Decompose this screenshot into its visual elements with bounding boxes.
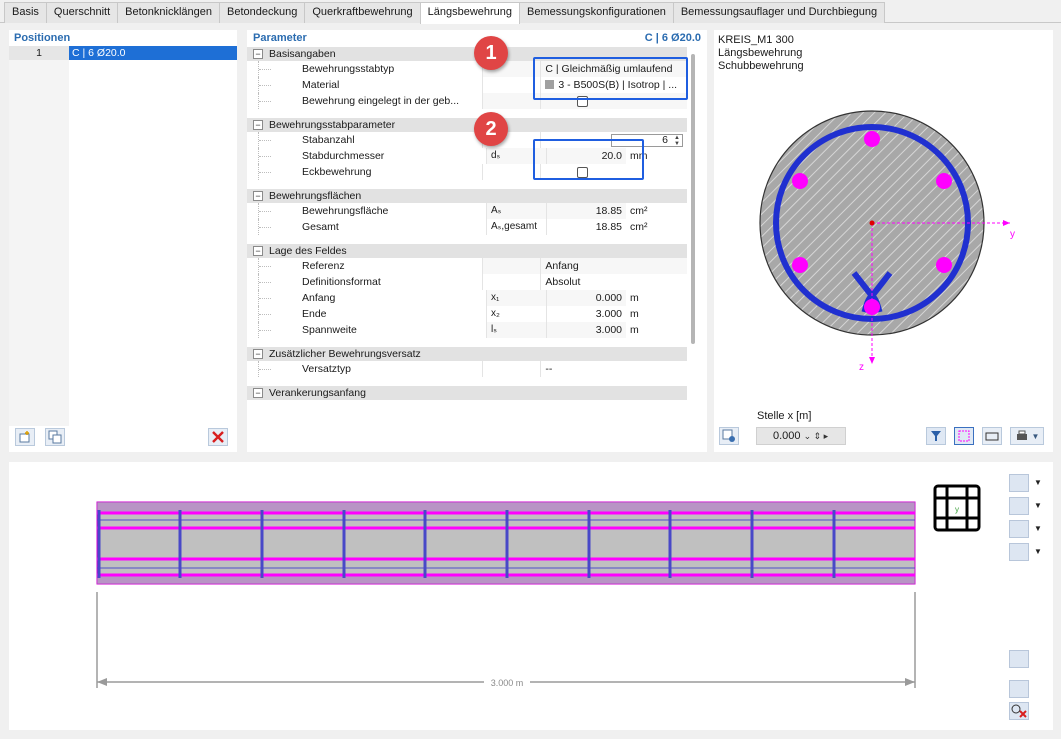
rebar [936,173,952,189]
longitudinal-graphic: 3.000 m [96,501,916,689]
row-bewehrungsflaeche: Bewehrungsfläche Aₛ 18.85 cm² [247,203,687,219]
group-bewehrungsstabparameter[interactable]: − Bewehrungsstabparameter [247,118,687,132]
settings-list-icon[interactable] [1009,680,1029,698]
collapse-icon[interactable]: − [253,349,263,359]
axis-direction-icon[interactable] [1009,497,1029,515]
view-3d-dropdown-icon[interactable]: ▼ [1034,478,1042,487]
scale-icon[interactable] [982,427,1002,445]
row-referenz[interactable]: Referenz Anfang [247,258,687,274]
axis-z-label: z [859,362,864,373]
dimension-label: 3.000 m [491,678,524,688]
filter-icon[interactable] [926,427,946,445]
rebar [792,257,808,273]
group-verankerungsanfang[interactable]: − Verankerungsanfang [247,386,687,400]
parameter-title: Parameter [253,32,307,44]
badge-1: 1 [474,36,508,70]
tab-bemessungsauflager[interactable]: Bemessungsauflager und Durchbiegung [672,2,886,23]
badge-2: 2 [474,112,508,146]
collapse-icon[interactable]: − [253,388,263,398]
print-icon[interactable]: ▼ [1010,427,1044,445]
row-anfang[interactable]: Anfang x₁ 0.000 m [247,290,687,306]
display-mode-icon[interactable] [1009,520,1029,538]
tab-bar: Basis Querschnitt Betonknicklängen Beton… [0,0,1061,24]
collapse-icon[interactable]: − [253,120,263,130]
row-versatztyp[interactable]: Versatztyp -- [247,361,687,377]
positions-panel: Positionen 1 C | 6 Ø20.0 [9,30,237,452]
parameter-current-position: C | 6 Ø20.0 [644,32,701,44]
tab-basis[interactable]: Basis [4,2,47,23]
tab-laengsbewehrung[interactable]: Längsbewehrung [419,2,521,24]
delete-position-icon[interactable] [208,428,228,446]
view-cube-icon[interactable]: y [931,482,981,534]
stelle-select[interactable]: 0.000 ⌄ ⇕ ▸ [756,427,846,445]
dimension-dropdown-icon[interactable]: ▼ [1034,547,1042,556]
rebar [864,131,880,147]
position-value[interactable]: C | 6 Ø20.0 [69,46,237,60]
rebar [792,173,808,189]
collapse-icon[interactable]: − [253,49,263,59]
collapse-icon[interactable]: − [253,191,263,201]
longitudinal-view-panel: 3.000 m y ▼ ▼ ▼ ▼ [9,462,1053,730]
highlight-stabparameter [533,139,644,180]
cross-section-graphic: y z [759,110,1015,373]
svg-text:y: y [955,505,959,514]
parameter-scrollbar[interactable] [691,54,695,344]
tab-betondeckung[interactable]: Betondeckung [219,2,306,23]
group-bewehrungsflaechen[interactable]: − Bewehrungsflächen [247,189,687,203]
tab-querschnitt[interactable]: Querschnitt [45,2,119,23]
row-definitionsformat[interactable]: Definitionsformat Absolut [247,274,687,290]
parameter-grid: − Basisangaben Bewehrungsstabtyp C | Gleic… [247,47,687,452]
group-bewehrungsversatz[interactable]: − Zusätzlicher Bewehrungsversatz [247,347,687,361]
preview-caption: KREIS_M1 300 Längsbewehrung Schubbewehru… [718,34,804,72]
rebar [936,257,952,273]
tab-bemessungskonfigurationen[interactable]: Bemessungskonfigurationen [519,2,674,23]
position-row[interactable]: 1 C | 6 Ø20.0 [9,46,237,60]
collapse-icon[interactable]: − [253,246,263,256]
display-dropdown-icon[interactable]: ▼ [1034,524,1042,533]
stelle-label: Stelle x [m] [757,410,812,422]
row-gesamt: Gesamt Aₛ,gesamt 18.85 cm² [247,219,687,235]
tab-betonknicklaengen[interactable]: Betonknicklängen [117,2,220,23]
dimension-mode-icon[interactable] [1009,543,1029,561]
positions-title: Positionen [14,32,71,44]
deflection-icon[interactable] [1009,650,1029,668]
section-preview-panel: KREIS_M1 300 Längsbewehrung Schubbewehru… [714,30,1053,452]
add-position-icon[interactable] [15,428,35,446]
tab-querkraftbewehrung[interactable]: Querkraftbewehrung [304,2,421,23]
row-spannweite: Spannweite lₛ 3.000 m [247,322,687,338]
view-3d-icon[interactable] [1009,474,1029,492]
copy-position-icon[interactable] [45,428,65,446]
group-lage-des-feldes[interactable]: − Lage des Feldes [247,244,687,258]
section-settings-icon[interactable] [719,427,739,445]
axis-dropdown-icon[interactable]: ▼ [1034,501,1042,510]
highlight-basisangaben [533,57,688,100]
position-number: 1 [9,46,69,60]
reset-view-icon[interactable] [1009,702,1029,720]
dimension-toggle-icon[interactable] [954,427,974,445]
positions-number-column [9,60,69,426]
axis-y-label: y [1010,229,1015,240]
row-ende[interactable]: Ende x₂ 3.000 m [247,306,687,322]
rebar [864,299,880,315]
